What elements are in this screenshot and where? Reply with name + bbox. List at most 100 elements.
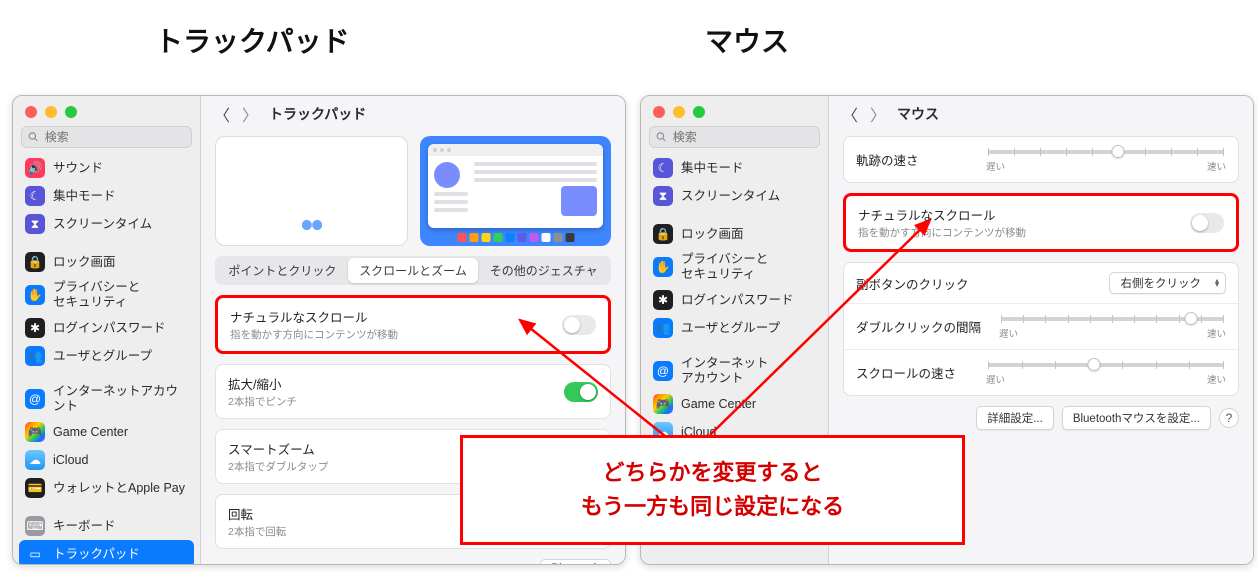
slider-lo: 遅い: [986, 372, 1005, 386]
tab[interactable]: その他のジェスチャ: [478, 258, 609, 283]
sidebar-icon: ✱: [653, 290, 673, 310]
forward-button[interactable]: 〉: [241, 104, 259, 124]
minimize-icon[interactable]: [673, 106, 685, 118]
sidebar-item[interactable]: 🔒ロック画面: [19, 248, 194, 276]
sidebar-icon: ✱: [25, 318, 45, 338]
close-icon[interactable]: [653, 106, 665, 118]
sidebar-item[interactable]: ☾集中モード: [647, 154, 822, 182]
forward-button[interactable]: 〉: [869, 104, 887, 124]
group-other: 副ボタンのクリック 右側をクリック ▴▾ ダブルクリックの間隔: [843, 262, 1239, 396]
sidebar-items: 🔊 サウンド ☾集中モード ⧗ スクリーンタイム 🔒ロック画面✋プライバシーと セキュリテ…: [13, 154, 200, 564]
slider-lo: 遅い: [986, 159, 1005, 173]
sidebar-label: キーボード: [53, 519, 116, 534]
sidebar-item[interactable]: ✱ログインパスワード: [647, 286, 822, 314]
secondary-popup[interactable]: 右側をクリック ▴▾: [1109, 272, 1226, 294]
sidebar-label: インターネット アカウント: [681, 356, 769, 386]
sidebar-item[interactable]: ✋プライバシーと セキュリティ: [19, 276, 194, 314]
chevrons-icon: ▴▾: [1215, 279, 1219, 287]
tab-bar: ポイントとクリックスクロールとズームその他のジェスチャ: [215, 256, 611, 285]
zoom-icon[interactable]: [65, 106, 77, 118]
search-field[interactable]: [673, 130, 813, 144]
sidebar-icon: @: [653, 361, 673, 381]
sidebar-item[interactable]: ⧗スクリーンタイム: [647, 182, 822, 210]
tab[interactable]: スクロールとズーム: [348, 258, 479, 283]
advanced-button[interactable]: 詳細設定...: [976, 406, 1054, 430]
sidebar-icon: ⧗: [25, 214, 45, 234]
callout-line1: どちらかを変更すると: [489, 456, 936, 490]
toggle[interactable]: [562, 315, 596, 335]
sidebar-label: プライバシーと セキュリティ: [681, 252, 768, 282]
back-button[interactable]: 〈: [213, 104, 231, 124]
toggle[interactable]: [564, 382, 598, 402]
sidebar-item[interactable]: ⧗ スクリーンタイム: [19, 210, 194, 238]
sidebar-item[interactable]: ⌨キーボード: [19, 512, 194, 540]
sidebar-label: ロック画面: [681, 227, 744, 242]
sidebar-item[interactable]: 👥ユーザとグループ: [647, 314, 822, 342]
slider-hi: 速い: [1207, 159, 1226, 173]
slider-hi: 速い: [1207, 372, 1226, 386]
sidebar-item[interactable]: 🎮Game Center: [647, 390, 822, 418]
sidebar-icon: 👥: [25, 346, 45, 366]
back-button[interactable]: 〈: [841, 104, 859, 124]
tracking-label: 軌跡の速さ: [856, 150, 919, 169]
natural-toggle[interactable]: [1190, 213, 1224, 233]
window-controls: [13, 96, 200, 124]
minimize-icon[interactable]: [45, 106, 57, 118]
sidebar-label: 集中モード: [53, 189, 116, 204]
sidebar-item[interactable]: 🔊 サウンド: [19, 154, 194, 182]
setting-title: スマートズーム: [228, 439, 328, 458]
sidebar-label: スクリーンタイム: [53, 217, 152, 232]
setting-title: ナチュラルなスクロール: [230, 307, 398, 326]
setting-sub: 指を動かす方向にコンテンツが移動: [230, 327, 398, 342]
sidebar-item[interactable]: ✋ プライバシーと セキュリティ: [647, 248, 822, 286]
setting-sub: 2本指でダブルタップ: [228, 459, 328, 474]
sidebar-label: Game Center: [681, 397, 756, 412]
sidebar-item[interactable]: @ インターネット アカウント: [647, 352, 822, 390]
trackpad-illustration: [215, 136, 408, 246]
slider-lo: 遅い: [999, 326, 1018, 340]
bt-mouse-button[interactable]: Bluetoothマウスを設定...: [1062, 406, 1211, 430]
zoom-icon[interactable]: [693, 106, 705, 118]
double-label: ダブルクリックの間隔: [856, 317, 981, 336]
sidebar-item[interactable]: 💳ウォレットとApple Pay: [19, 474, 194, 502]
window-controls: [641, 96, 828, 124]
sidebar-icon: 🔒: [25, 252, 45, 272]
heading-trackpad: トラックパッド: [155, 20, 350, 60]
sidebar-items: ☾集中モード⧗スクリーンタイム 🔒 ロック画面 ✋ プライバシーと セキュリティ ✱ログイ…: [641, 154, 828, 454]
sidebar-item[interactable]: 🎮Game Center: [19, 418, 194, 446]
sidebar-label: ウォレットとApple Pay: [53, 481, 185, 496]
search-field[interactable]: [45, 130, 185, 144]
search-input[interactable]: [21, 126, 192, 148]
sidebar-item[interactable]: 👥ユーザとグループ: [19, 342, 194, 370]
natural-sub: 指を動かす方向にコンテンツが移動: [858, 225, 1026, 240]
scroll-slider[interactable]: [988, 363, 1224, 367]
sidebar-item[interactable]: ☁︎iCloud: [19, 446, 194, 474]
search-input[interactable]: [649, 126, 820, 148]
sidebar-icon: ✋: [25, 285, 45, 305]
tracking-slider[interactable]: [988, 150, 1224, 154]
tab[interactable]: ポイントとクリック: [217, 258, 348, 283]
sidebar-item[interactable]: ✱ログインパスワード: [19, 314, 194, 342]
sidebar-icon: 🔊: [25, 158, 45, 178]
sidebar-label: サウンド: [53, 161, 103, 176]
sidebar-icon: @: [25, 389, 45, 409]
sidebar-item[interactable]: ▭トラックパッド: [19, 540, 194, 564]
sidebar-label: インターネットアカウント: [53, 384, 188, 414]
page-title: トラックパッド: [269, 104, 366, 124]
setting-title: 回転: [228, 504, 286, 523]
double-slider[interactable]: [1001, 317, 1224, 321]
help-button[interactable]: ?: [1219, 408, 1239, 428]
scroll-label: スクロールの速さ: [856, 363, 956, 382]
sidebar-icon: ☾: [653, 158, 673, 178]
sidebar-icon: 🔒: [653, 224, 673, 244]
page-title: マウス: [897, 104, 939, 124]
close-icon[interactable]: [25, 106, 37, 118]
group-natural-scroll: ナチュラルなスクロール 指を動かす方向にコンテンツが移動: [843, 193, 1239, 252]
setting-group: ナチュラルなスクロール指を動かす方向にコンテンツが移動: [215, 295, 611, 354]
sidebar-icon: ⧗: [653, 186, 673, 206]
sidebar-item[interactable]: 🔒 ロック画面: [647, 220, 822, 248]
sidebar-icon: ✋: [653, 257, 673, 277]
bluetooth-button[interactable]: Bluetooth: [540, 559, 611, 564]
sidebar-item[interactable]: ☾集中モード: [19, 182, 194, 210]
sidebar-item[interactable]: @ インターネットアカウント: [19, 380, 194, 418]
